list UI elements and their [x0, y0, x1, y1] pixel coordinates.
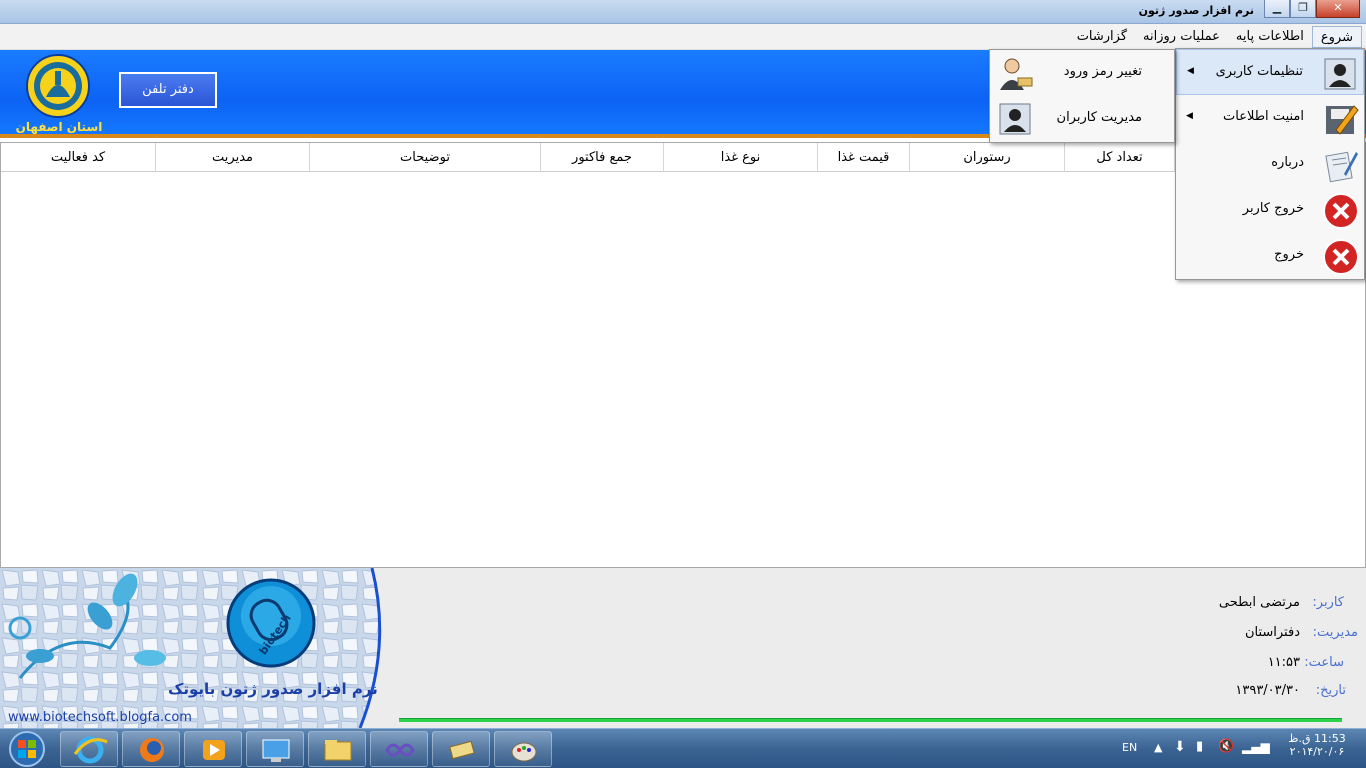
column-restaurant[interactable]: رستوران: [910, 143, 1065, 172]
start-menu-dropdown: تنظیمات کاربری ◀ امنیت اطلاعات ◀ درباره …: [1175, 48, 1365, 280]
logo-caption: استان اصفهان: [15, 120, 103, 134]
data-grid[interactable]: کد فعالیت مدیریت توضیحات جمع فاکتور نوع …: [0, 142, 1366, 568]
taskbar-paint-icon[interactable]: [494, 731, 552, 767]
column-food-type[interactable]: نوع غذا: [664, 143, 818, 172]
menu-item-exit[interactable]: خروج: [1176, 233, 1364, 279]
menu-base-info[interactable]: اطلاعات پایه: [1228, 26, 1312, 48]
management-row: مدیریت:: [1313, 625, 1358, 640]
time-value-wrap: ۱۱:۵۳: [1268, 655, 1300, 670]
menu-item-data-security[interactable]: امنیت اطلاعات ◀: [1176, 95, 1364, 141]
volume-muted-icon[interactable]: 🔇: [1218, 739, 1234, 754]
menu-item-user-settings[interactable]: تنظیمات کاربری ◀: [1176, 49, 1364, 95]
taskbar-firefox-icon[interactable]: [122, 731, 180, 767]
network-signal-icon[interactable]: ▂▄▆: [1242, 740, 1270, 754]
column-total-count[interactable]: تعداد کل: [1065, 143, 1175, 172]
biotech-logo-icon: [226, 578, 316, 668]
menu-bar: شروع اطلاعات پایه عملیات روزانه گزارشات: [0, 24, 1366, 50]
taskbar-explorer-icon[interactable]: [308, 731, 366, 767]
change-password-icon: [1000, 58, 1033, 90]
user-row: کاربر:: [1312, 595, 1344, 610]
date-value: ۱۳۹۳/۰۳/۳۰: [1235, 683, 1300, 698]
clock-time: 11:53 ق.ظ: [1288, 732, 1346, 745]
user-value-wrap: مرتضی ابطحی: [1219, 595, 1300, 610]
column-activity-code[interactable]: کد فعالیت: [1, 143, 156, 172]
brand-product-name: نرم افزار صدور ژتون بایوتک: [168, 680, 378, 698]
time-label: ساعت:: [1304, 655, 1344, 670]
status-progress-bar: [399, 718, 1342, 722]
management-label: مدیریت:: [1312, 625, 1358, 640]
maximize-button[interactable]: ❐: [1290, 0, 1316, 18]
menu-item-about[interactable]: درباره: [1176, 141, 1364, 187]
user-value: مرتضی ابطحی: [1218, 595, 1300, 610]
user-label: کاربر:: [1312, 595, 1344, 610]
menu-item-label: خروج کاربر: [1242, 201, 1304, 216]
date-row: تاریخ:: [1316, 683, 1346, 698]
menu-item-label: خروج: [1274, 247, 1304, 262]
taskbar-visual-studio-icon[interactable]: [370, 731, 428, 767]
column-description[interactable]: توضیحات: [310, 143, 541, 172]
management-value-wrap: دفتراستان: [1245, 625, 1300, 640]
taskbar-media-player-icon[interactable]: [184, 731, 242, 767]
brand-panel: biotech نرم افزار صدور ژتون بایوتک www.b…: [0, 568, 386, 728]
submenu-item-label: مدیریت کاربران: [1056, 110, 1142, 125]
date-value-wrap: ۱۳۹۳/۰۳/۳۰: [1235, 683, 1300, 698]
organization-logo-icon: [26, 54, 90, 118]
mosaic-background: [0, 568, 382, 728]
brand-website: www.biotechsoft.blogfa.com: [8, 710, 192, 725]
phone-book-button[interactable]: دفتر تلفن: [119, 72, 217, 108]
taskbar: EN ▲ ⬇ ▮ 🔇 ▂▄▆ 11:53 ق.ظ ۲۰۱۴/۲۰/۰۶: [0, 728, 1366, 768]
windows-start-icon[interactable]: [2, 730, 52, 768]
title-bar: نرم افزار صدور ژتون ▁ ❐ ✕: [0, 0, 1366, 24]
user-settings-icon: [1324, 58, 1356, 90]
column-invoice-total[interactable]: جمع فاکتور: [541, 143, 664, 172]
system-tray: EN ▲ ⬇ ▮ 🔇 ▂▄▆ 11:53 ق.ظ ۲۰۱۴/۲۰/۰۶: [1116, 729, 1366, 768]
menu-item-logout[interactable]: خروج کاربر: [1176, 187, 1364, 233]
column-food-price[interactable]: قیمت غذا: [818, 143, 910, 172]
submenu-arrow-icon: ◀: [1187, 66, 1194, 76]
management-value: دفتراستان: [1244, 625, 1300, 640]
submenu-item-label: تغییر رمز ورود: [1063, 64, 1142, 79]
window-title: نرم افزار صدور ژتون: [1138, 4, 1254, 17]
close-button[interactable]: ✕: [1316, 0, 1360, 18]
language-indicator[interactable]: EN: [1122, 741, 1137, 754]
minimize-button[interactable]: ▁: [1264, 0, 1290, 18]
menu-daily-operations[interactable]: عملیات روزانه: [1135, 26, 1228, 48]
show-hidden-icons-icon[interactable]: ▲: [1154, 741, 1162, 754]
taskbar-app-ticket-icon[interactable]: [432, 731, 490, 767]
menu-item-label: تنظیمات کاربری: [1215, 64, 1303, 79]
logout-icon: [1323, 193, 1359, 229]
clock-date: ۲۰۱۴/۲۰/۰۶: [1289, 745, 1345, 758]
window-controls: ▁ ❐ ✕: [1264, 0, 1360, 18]
grid-header: کد فعالیت مدیریت توضیحات جمع فاکتور نوع …: [1, 143, 1365, 172]
menu-item-label: درباره: [1271, 155, 1304, 170]
status-panel: biotech نرم افزار صدور ژتون بایوتک www.b…: [0, 568, 1366, 728]
about-icon: [1325, 151, 1358, 183]
taskbar-ie-icon[interactable]: [60, 731, 118, 767]
submenu-arrow-icon: ◀: [1186, 111, 1193, 121]
time-value: ۱۱:۵۳: [1267, 655, 1300, 670]
menu-start[interactable]: شروع: [1311, 25, 1362, 48]
clock[interactable]: 11:53 ق.ظ ۲۰۱۴/۲۰/۰۶: [1274, 732, 1360, 758]
submenu-item-manage-users[interactable]: مدیریت کاربران: [990, 96, 1174, 142]
taskbar-remote-desktop-icon[interactable]: [246, 731, 304, 767]
manage-users-icon: [999, 103, 1031, 135]
time-row: ساعت:: [1304, 655, 1344, 670]
device-icon[interactable]: ▮: [1196, 739, 1203, 754]
date-label: تاریخ:: [1315, 683, 1346, 698]
user-settings-submenu: تغییر رمز ورود مدیریت کاربران: [989, 49, 1175, 143]
download-icon[interactable]: ⬇: [1174, 739, 1186, 755]
security-icon: [1326, 105, 1359, 135]
exit-icon: [1323, 239, 1359, 275]
submenu-item-change-password[interactable]: تغییر رمز ورود: [990, 50, 1174, 96]
menu-item-label: امنیت اطلاعات: [1223, 109, 1304, 124]
column-management[interactable]: مدیریت: [156, 143, 310, 172]
menu-reports[interactable]: گزارشات: [1069, 26, 1135, 48]
